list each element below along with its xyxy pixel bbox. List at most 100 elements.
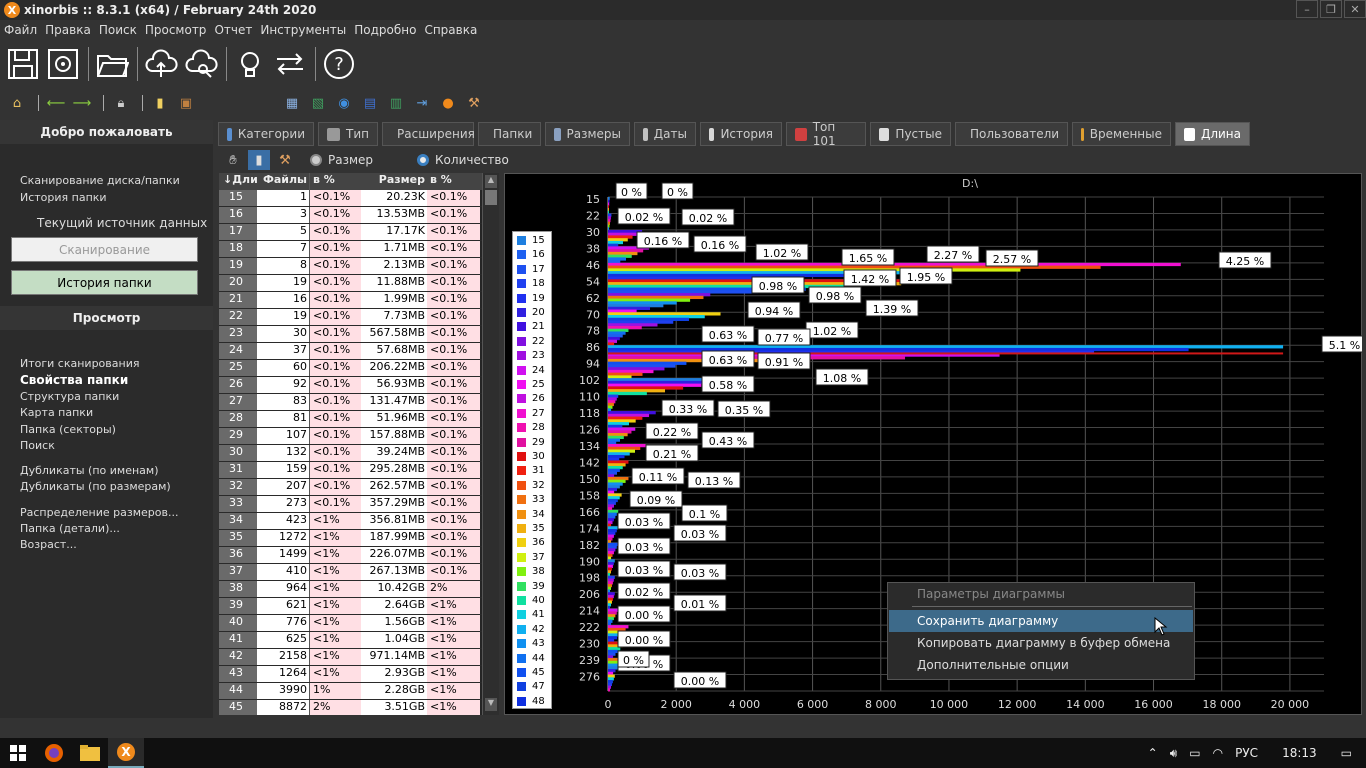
csv-export-icon[interactable]: ▦ bbox=[281, 93, 303, 113]
folder-history-link[interactable]: История папки bbox=[20, 191, 107, 204]
lock-icon[interactable]: 🔒︎ bbox=[110, 93, 132, 113]
table-row[interactable]: 25 60 <0.1% 206.22MB <0.1% bbox=[219, 360, 482, 377]
windows-start-icon[interactable] bbox=[0, 738, 36, 768]
table-row[interactable]: 29 107 <0.1% 157.88MB <0.1% bbox=[219, 428, 482, 445]
scan-disk-link[interactable]: Сканирование диска/папки bbox=[20, 174, 180, 187]
forward-arrow-icon[interactable]: ⟶ bbox=[71, 93, 93, 113]
wrench-icon[interactable]: ⚒ bbox=[463, 93, 485, 113]
save-icon[interactable] bbox=[4, 45, 42, 83]
network-icon[interactable]: ◠ bbox=[1213, 746, 1223, 760]
table-row[interactable]: 36 1499 <1% 226.07MB <0.1% bbox=[219, 547, 482, 564]
table-row[interactable]: 18 7 <0.1% 1.71MB <0.1% bbox=[219, 241, 482, 258]
table-row[interactable]: 34 423 <1% 356.81MB <0.1% bbox=[219, 513, 482, 530]
battery-icon[interactable]: ▭ bbox=[1189, 746, 1200, 760]
file-explorer-icon[interactable] bbox=[72, 738, 108, 768]
maximize-button[interactable]: ❐ bbox=[1320, 0, 1342, 18]
radio-count[interactable]: Количество bbox=[417, 153, 509, 167]
notifications-icon[interactable]: ▭ bbox=[1341, 746, 1352, 760]
table-row[interactable]: 40 776 <1% 1.56GB <1% bbox=[219, 615, 482, 632]
menu-details[interactable]: Подробно bbox=[350, 23, 420, 37]
table-scrollbar[interactable]: ▲ ▼ bbox=[482, 173, 499, 715]
table-row[interactable]: 19 8 <0.1% 2.13MB <0.1% bbox=[219, 258, 482, 275]
open-folder-icon[interactable] bbox=[93, 45, 131, 83]
table-row[interactable]: 45 8872 2% 3.51GB <1% bbox=[219, 700, 482, 715]
tab-2[interactable]: Расширения bbox=[382, 122, 475, 146]
settings-wrench-icon[interactable]: ⚒ bbox=[274, 150, 296, 170]
table-row[interactable]: 30 132 <0.1% 39.24MB <0.1% bbox=[219, 445, 482, 462]
column-header-size-percent[interactable]: в % bbox=[427, 173, 480, 190]
home-icon[interactable]: ⌂ bbox=[6, 93, 28, 113]
menu-view[interactable]: Просмотр bbox=[141, 23, 211, 37]
table-row[interactable]: 44 3990 1% 2.28GB <1% bbox=[219, 683, 482, 700]
view-link-folder-structure[interactable]: Структура папки bbox=[20, 390, 119, 403]
context-more-options[interactable]: Дополнительные опции bbox=[889, 654, 1193, 676]
tab-6[interactable]: История bbox=[700, 122, 782, 146]
excel-export-icon[interactable]: ▧ bbox=[307, 93, 329, 113]
tab-0[interactable]: Категории bbox=[218, 122, 314, 146]
context-save-chart[interactable]: Сохранить диаграмму bbox=[889, 610, 1193, 632]
volume-icon[interactable]: 🔊︎ bbox=[1170, 746, 1178, 761]
view-link-duplicates-sizes[interactable]: Дубликаты (по размерам) bbox=[20, 480, 171, 493]
tab-3[interactable]: Папки bbox=[478, 122, 541, 146]
table-row[interactable]: 23 30 <0.1% 567.58MB <0.1% bbox=[219, 326, 482, 343]
scroll-up-icon[interactable]: ▲ bbox=[485, 175, 497, 188]
menu-tools[interactable]: Инструменты bbox=[256, 23, 350, 37]
table-row[interactable]: 17 5 <0.1% 17.17K <0.1% bbox=[219, 224, 482, 241]
minimize-button[interactable]: – bbox=[1296, 0, 1318, 18]
table-row[interactable]: 20 19 <0.1% 11.88MB <0.1% bbox=[219, 275, 482, 292]
view-link-summary[interactable]: Итоги сканирования bbox=[20, 357, 139, 370]
firefox-icon[interactable] bbox=[36, 738, 72, 768]
view-link-search[interactable]: Поиск bbox=[20, 439, 55, 452]
cloud-upload-icon[interactable] bbox=[142, 45, 180, 83]
tab-10[interactable]: Временные bbox=[1072, 122, 1171, 146]
table-row[interactable]: 35 1272 <1% 187.99MB <0.1% bbox=[219, 530, 482, 547]
lightbulb-icon[interactable] bbox=[231, 45, 269, 83]
table-row[interactable]: 39 621 <1% 2.64GB <1% bbox=[219, 598, 482, 615]
tab-1[interactable]: Тип bbox=[318, 122, 378, 146]
table-row[interactable]: 43 1264 <1% 2.93GB <1% bbox=[219, 666, 482, 683]
tab-9[interactable]: Пользователи bbox=[955, 122, 1068, 146]
xinorbis-taskbar-icon[interactable]: X bbox=[108, 738, 144, 768]
table-row[interactable]: 16 3 <0.1% 13.53MB <0.1% bbox=[219, 207, 482, 224]
table-row[interactable]: 24 37 <0.1% 57.68MB <0.1% bbox=[219, 343, 482, 360]
view-link-size-distribution[interactable]: Распределение размеров... bbox=[20, 506, 178, 519]
table-row[interactable]: 33 273 <0.1% 357.29MB <0.1% bbox=[219, 496, 482, 513]
menu-report[interactable]: Отчет bbox=[210, 23, 256, 37]
table-row[interactable]: 15 1 <0.1% 20.23K <0.1% bbox=[219, 190, 482, 207]
help-icon[interactable]: ? bbox=[320, 45, 358, 83]
close-button[interactable]: ✕ bbox=[1344, 0, 1366, 18]
column-header-size[interactable]: Размер bbox=[361, 173, 427, 190]
radio-count-circle[interactable] bbox=[417, 154, 430, 166]
view-link-folder-details[interactable]: Папка (детали)... bbox=[20, 522, 120, 535]
table-row[interactable]: 21 16 <0.1% 1.99MB <0.1% bbox=[219, 292, 482, 309]
menu-edit[interactable]: Правка bbox=[41, 23, 95, 37]
sheet-export-icon[interactable]: ▥ bbox=[385, 93, 407, 113]
view-link-duplicates-names[interactable]: Дубликаты (по именам) bbox=[20, 464, 159, 477]
tab-4[interactable]: Размеры bbox=[545, 122, 630, 146]
hand-icon[interactable]: ✋︎ bbox=[222, 150, 244, 170]
bar-chart-icon[interactable]: ▮ bbox=[248, 150, 270, 170]
table-row[interactable]: 22 19 <0.1% 7.73MB <0.1% bbox=[219, 309, 482, 326]
scroll-thumb[interactable] bbox=[485, 190, 497, 205]
tray-chevron-icon[interactable]: ⌃ bbox=[1148, 746, 1158, 760]
menu-file[interactable]: Файл bbox=[0, 23, 41, 37]
table-row[interactable]: 41 625 <1% 1.04GB <1% bbox=[219, 632, 482, 649]
history-button[interactable]: История папки bbox=[11, 270, 198, 295]
clock[interactable]: 18:13 bbox=[1282, 746, 1317, 760]
table-row[interactable]: 31 159 <0.1% 295.28MB <0.1% bbox=[219, 462, 482, 479]
html-export-icon[interactable]: ◉ bbox=[333, 93, 355, 113]
table-row[interactable]: 27 83 <0.1% 131.47MB <0.1% bbox=[219, 394, 482, 411]
xinorbis-icon[interactable]: ● bbox=[437, 93, 459, 113]
table-row[interactable]: 38 964 <1% 10.42GB 2% bbox=[219, 581, 482, 598]
tab-11[interactable]: Длина bbox=[1175, 122, 1250, 146]
cloud-search-icon[interactable] bbox=[182, 45, 220, 83]
radio-size-circle[interactable] bbox=[310, 154, 322, 166]
column-header-files[interactable]: Файлы bbox=[257, 173, 309, 190]
view-link-folder-properties[interactable]: Свойства папки bbox=[20, 373, 128, 387]
column-header-files-percent[interactable]: в % bbox=[309, 173, 361, 190]
view-link-age[interactable]: Возраст... bbox=[20, 538, 77, 551]
sync-arrows-icon[interactable] bbox=[271, 45, 309, 83]
table-row[interactable]: 32 207 <0.1% 262.57MB <0.1% bbox=[219, 479, 482, 496]
menu-search[interactable]: Поиск bbox=[95, 23, 141, 37]
scroll-down-icon[interactable]: ▼ bbox=[485, 698, 497, 711]
